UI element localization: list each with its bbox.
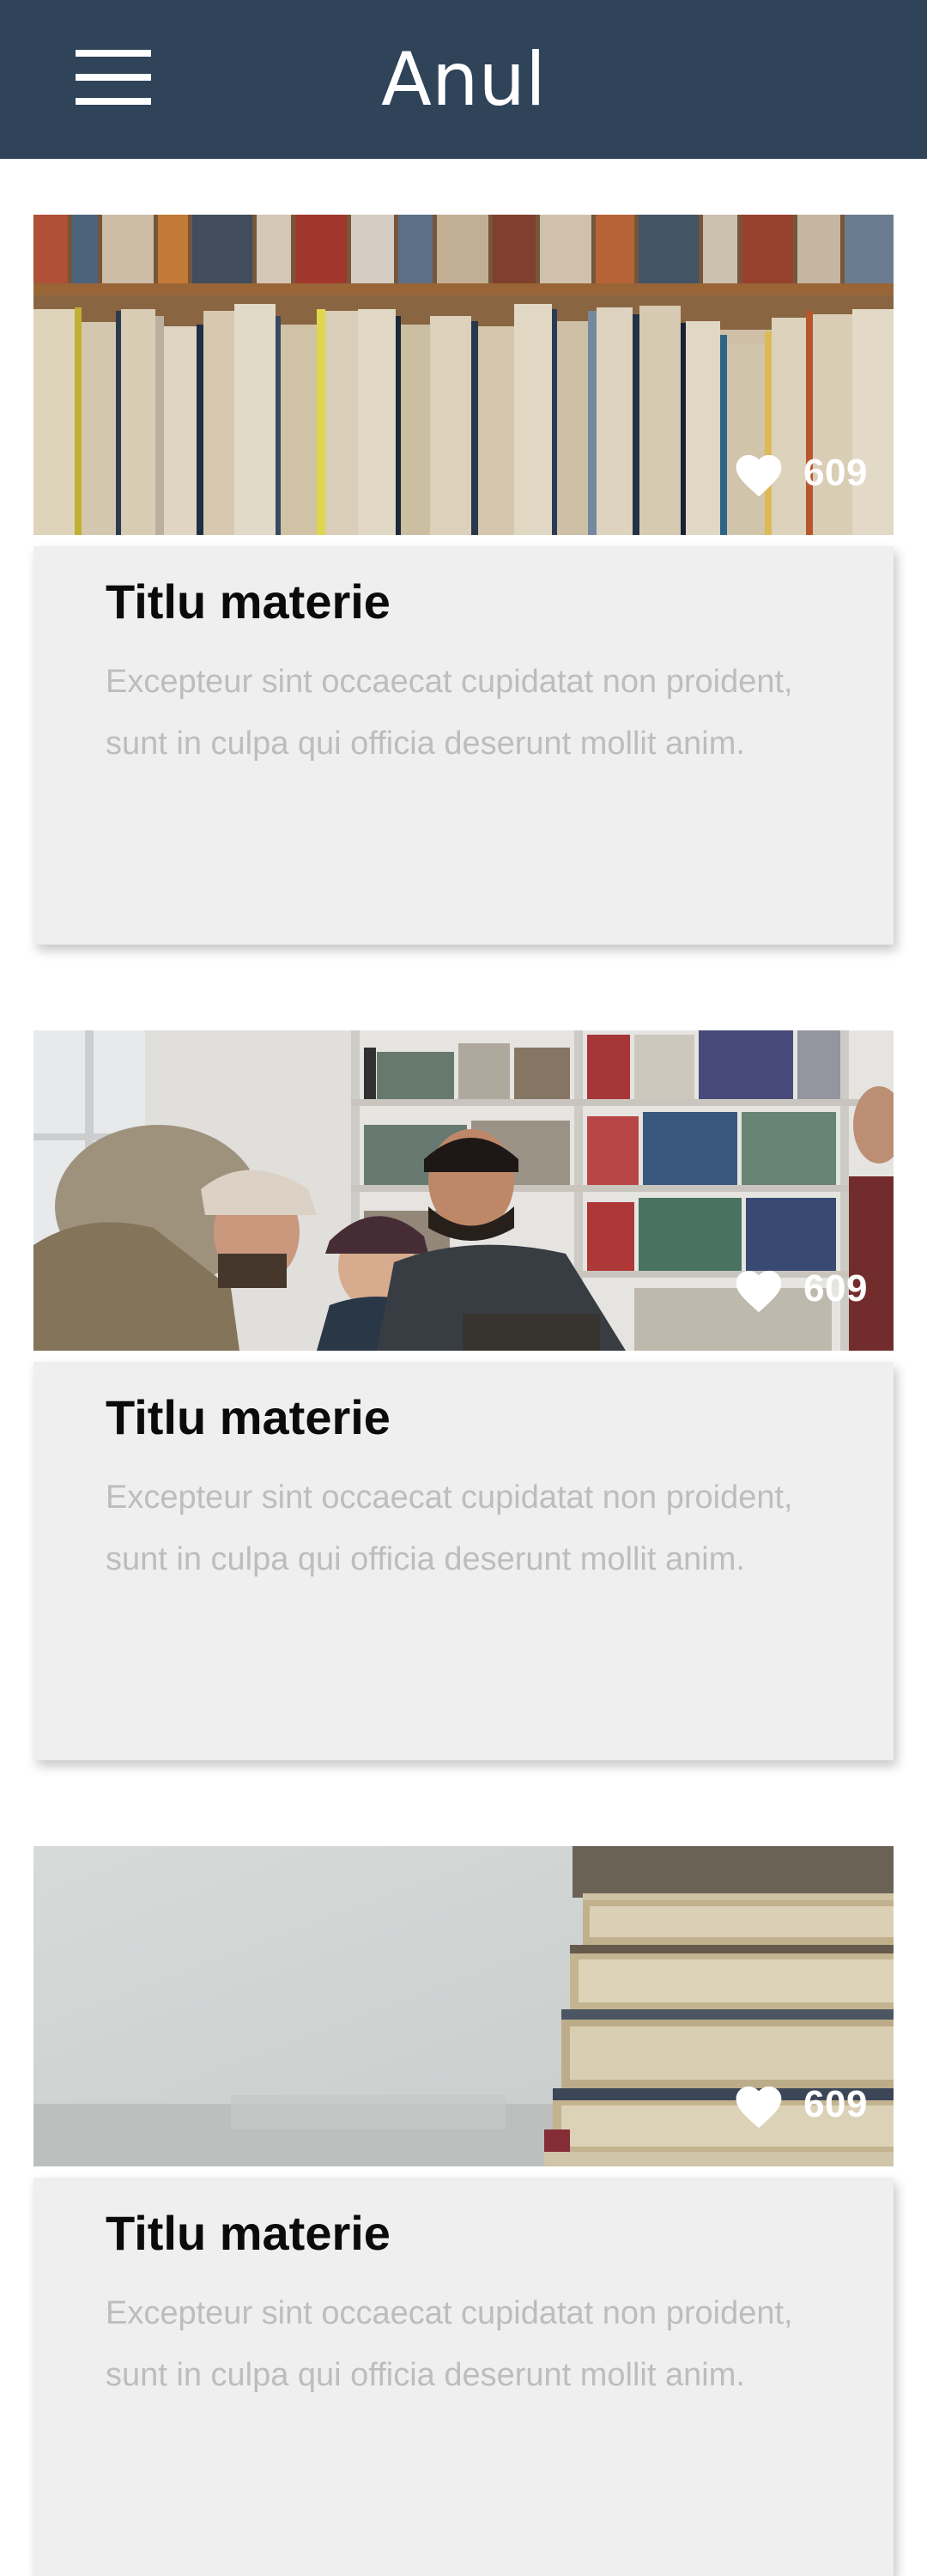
card-title[interactable]: Titlu materie xyxy=(106,1388,821,1448)
card-image-students[interactable]: 609 xyxy=(33,1030,894,1351)
card-body: Titlu materie Excepteur sint occaecat cu… xyxy=(33,1362,894,1760)
like-count: 609 xyxy=(803,1267,868,1309)
course-card[interactable]: 609 Titlu materie Excepteur sint occaeca… xyxy=(33,215,894,945)
card-description: Excepteur sint occaecat cupidatat non pr… xyxy=(106,2295,793,2393)
card-image-stacked-books[interactable]: 609 xyxy=(33,1846,894,2166)
like-count: 609 xyxy=(803,2083,868,2125)
card-body: Titlu materie Excepteur sint occaecat cu… xyxy=(33,546,894,945)
card-description: Excepteur sint occaecat cupidatat non pr… xyxy=(106,1479,793,1577)
heart-icon xyxy=(736,454,782,497)
like-button[interactable]: 609 xyxy=(731,1263,868,1315)
course-card[interactable]: 609 Titlu materie Excepteur sint occaeca… xyxy=(33,1030,894,1760)
course-card[interactable]: 609 Titlu materie Excepteur sint occaeca… xyxy=(33,1846,894,2576)
heart-icon xyxy=(736,1270,782,1313)
like-button[interactable]: 609 xyxy=(731,447,868,499)
app-header: Anul xyxy=(0,0,927,159)
heart-icon xyxy=(736,2086,782,2129)
like-button[interactable]: 609 xyxy=(731,2079,868,2130)
card-title[interactable]: Titlu materie xyxy=(106,572,821,632)
card-title[interactable]: Titlu materie xyxy=(106,2203,821,2263)
like-count: 609 xyxy=(803,452,868,494)
card-description: Excepteur sint occaecat cupidatat non pr… xyxy=(106,664,793,762)
page-title: Anul xyxy=(381,37,546,123)
card-image-bookshelf[interactable]: 609 xyxy=(33,215,894,535)
card-body: Titlu materie Excepteur sint occaecat cu… xyxy=(33,2178,894,2576)
